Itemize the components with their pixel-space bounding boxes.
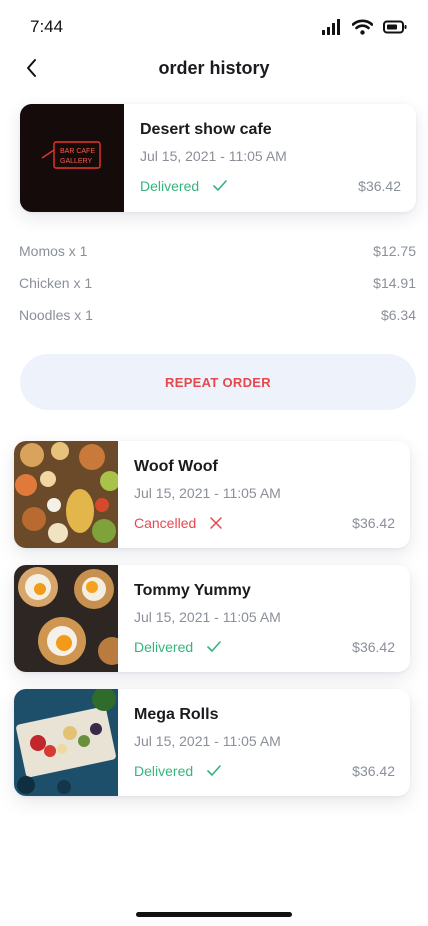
status-label: Delivered <box>134 763 194 779</box>
order-card[interactable]: Mega Rolls Jul 15, 2021 - 11:05 AM Deliv… <box>14 689 410 796</box>
signal-icon <box>322 19 342 40</box>
status-label: Delivered <box>140 178 200 194</box>
list-item: Noodles x 1 $6.34 <box>19 307 416 339</box>
restaurant-name: Mega Rolls <box>134 706 219 723</box>
header: order history <box>0 48 428 88</box>
order-status: Delivered <box>140 178 227 194</box>
wifi-icon <box>351 19 374 40</box>
order-date: Jul 15, 2021 - 11:05 AM <box>140 148 287 164</box>
status-time: 7:44 <box>30 17 64 36</box>
item-name: Momos x 1 <box>19 243 88 259</box>
status-label: Cancelled <box>134 515 197 531</box>
restaurant-image <box>14 689 118 796</box>
close-icon <box>210 517 223 529</box>
order-card[interactable]: Tommy Yummy Jul 15, 2021 - 11:05 AM Deli… <box>14 565 410 672</box>
neon-sign-line-1: BAR CAFE <box>60 148 95 155</box>
order-status: Delivered <box>134 763 221 779</box>
repeat-order-label: REPEAT ORDER <box>165 374 271 390</box>
order-card-expanded[interactable]: BAR CAFE GALLERY Desert show cafe Jul 15… <box>20 104 416 212</box>
item-name: Chicken x 1 <box>19 275 93 291</box>
battery-icon <box>383 20 407 39</box>
repeat-order-button[interactable]: REPEAT ORDER <box>20 354 416 410</box>
order-price: $36.42 <box>352 515 395 531</box>
list-item: Chicken x 1 $14.91 <box>19 275 416 307</box>
item-price: $14.91 <box>373 275 416 291</box>
status-icons <box>322 19 407 40</box>
status-bar: 7:44 <box>0 0 428 52</box>
restaurant-image <box>14 565 118 672</box>
check-icon <box>213 180 227 191</box>
status-label: Delivered <box>134 639 194 655</box>
page-title: order history <box>158 58 270 78</box>
order-status: Cancelled <box>134 515 223 531</box>
restaurant-name: Desert show cafe <box>140 121 272 138</box>
check-icon <box>207 765 221 776</box>
order-card[interactable]: Woof Woof Jul 15, 2021 - 11:05 AM Cancel… <box>14 441 410 548</box>
item-price: $6.34 <box>380 307 416 323</box>
order-price: $36.42 <box>352 763 395 779</box>
restaurant-name: Tommy Yummy <box>134 582 251 599</box>
list-item: Momos x 1 $12.75 <box>19 243 416 275</box>
item-name: Noodles x 1 <box>19 307 93 323</box>
order-items: Momos x 1 $12.75 Chicken x 1 $14.91 Nood… <box>19 243 416 339</box>
home-indicator[interactable] <box>136 912 292 917</box>
check-icon <box>207 641 221 652</box>
restaurant-name: Woof Woof <box>134 458 218 475</box>
order-date: Jul 15, 2021 - 11:05 AM <box>134 485 281 501</box>
order-status: Delivered <box>134 639 221 655</box>
order-date: Jul 15, 2021 - 11:05 AM <box>134 609 281 625</box>
restaurant-image: BAR CAFE GALLERY <box>20 104 124 212</box>
order-price: $36.42 <box>352 639 395 655</box>
restaurant-image <box>14 441 118 548</box>
neon-sign-line-2: GALLERY <box>60 158 92 165</box>
order-price: $36.42 <box>358 178 401 194</box>
order-date: Jul 15, 2021 - 11:05 AM <box>134 733 281 749</box>
item-price: $12.75 <box>373 243 416 259</box>
